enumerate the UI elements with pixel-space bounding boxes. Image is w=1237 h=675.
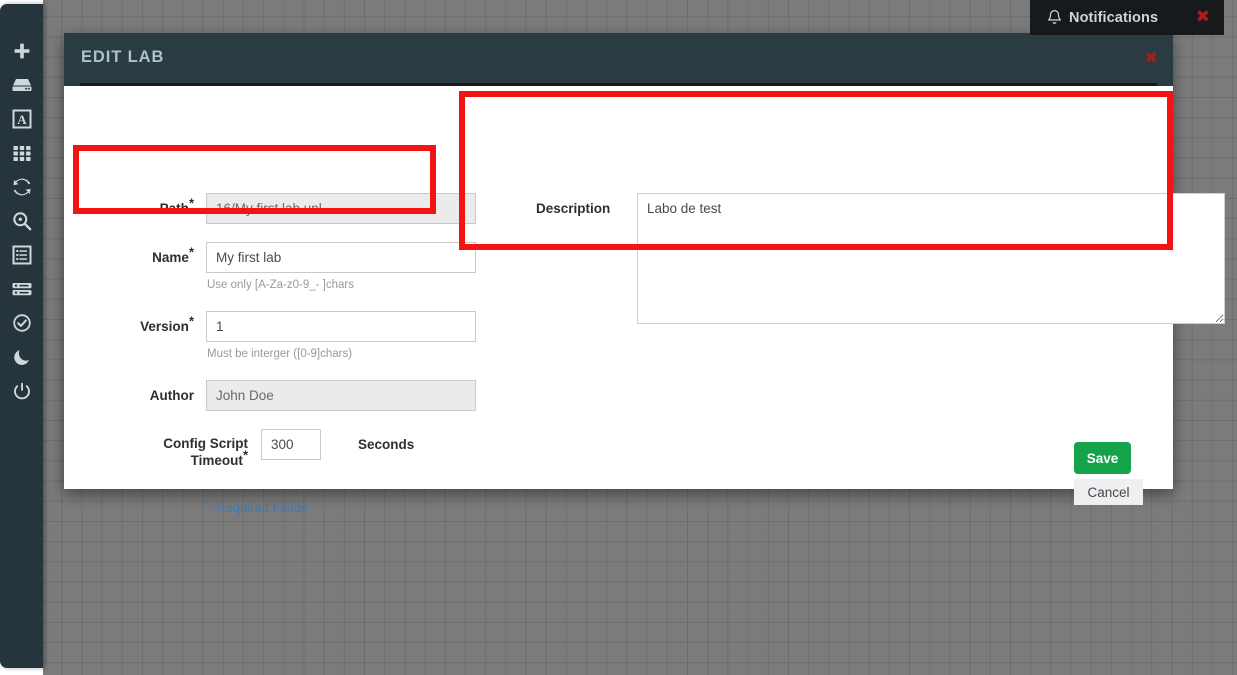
sidebar-item-add[interactable] (0, 34, 43, 68)
name-label: Name* (132, 242, 206, 273)
author-label: Author (149, 388, 194, 403)
cancel-button[interactable]: Cancel (1074, 479, 1143, 505)
sidebar-item-nodes[interactable] (0, 272, 43, 306)
application-window: A Notifications ✖ EDIT LAB ✖ Path* 16/My… (0, 0, 1237, 675)
left-toolbar: A (0, 4, 43, 668)
required-fields-note: *- Required Fields (204, 498, 308, 515)
version-label: Version* (132, 311, 206, 342)
author-field-row: Author (132, 380, 476, 411)
required-asterisk: * (242, 447, 248, 463)
search-zoom-icon (12, 211, 32, 231)
sidebar-item-storage[interactable] (0, 68, 43, 102)
sidebar-item-refresh[interactable] (0, 170, 43, 204)
save-button[interactable]: Save (1074, 442, 1131, 474)
timeout-label-text: Config Script Timeout (163, 436, 248, 468)
hard-drive-icon (11, 75, 33, 95)
required-asterisk: * (188, 244, 194, 260)
description-field-row: Description Labo de test (536, 193, 1225, 324)
svg-text:A: A (17, 112, 27, 127)
modal-body: Path* Name* Use only [A-Za-z0-9_- ]chars… (64, 86, 1225, 515)
name-label-text: Name (152, 250, 189, 265)
sidebar-item-power[interactable] (0, 374, 43, 408)
name-field-hint: Use only [A-Za-z0-9_- ]chars (207, 279, 354, 291)
notifications-close-icon[interactable]: ✖ (1190, 9, 1224, 26)
list-box-icon (12, 245, 32, 265)
sidebar-item-status[interactable] (0, 306, 43, 340)
required-asterisk: * (188, 195, 194, 211)
sidebar-item-text[interactable]: A (0, 102, 43, 136)
version-field-hint: Must be interger ([0-9]chars) (207, 348, 353, 360)
name-field-row: Name* (132, 242, 476, 273)
timeout-field-row: Config Script Timeout* Seconds (132, 429, 414, 469)
sidebar-item-logs[interactable] (0, 238, 43, 272)
notifications-bar: Notifications ✖ (1030, 0, 1224, 35)
timeout-unit-label: Seconds (358, 437, 415, 452)
modal-header: EDIT LAB ✖ (64, 33, 1173, 86)
path-input[interactable] (206, 193, 476, 224)
notifications-label: Notifications (1069, 9, 1159, 26)
modal-close-icon[interactable]: ✖ (1145, 50, 1158, 66)
bell-icon (1047, 9, 1062, 26)
description-textarea[interactable]: Labo de test (637, 193, 1225, 324)
refresh-icon (12, 177, 32, 197)
text-box-icon: A (12, 109, 32, 129)
path-label: Path* (132, 193, 206, 224)
sidebar-item-search[interactable] (0, 204, 43, 238)
timeout-input[interactable] (261, 429, 321, 460)
check-circle-icon (12, 313, 32, 333)
description-label: Description (536, 201, 611, 216)
version-field-row: Version* (132, 311, 476, 342)
sidebar-item-grid[interactable] (0, 136, 43, 170)
required-note-text: - Required Fields (208, 500, 308, 515)
path-field-row: Path* (132, 193, 476, 224)
moon-icon (12, 347, 32, 367)
power-icon (12, 381, 32, 401)
sidebar-item-night-mode[interactable] (0, 340, 43, 374)
plus-icon (12, 41, 32, 61)
path-label-text: Path (159, 201, 189, 216)
version-input[interactable] (206, 311, 476, 342)
edit-lab-modal: EDIT LAB ✖ Path* Name* (64, 33, 1225, 515)
timeout-label: Config Script Timeout* (132, 429, 261, 469)
grid-icon (12, 143, 32, 163)
name-input[interactable] (206, 242, 476, 273)
required-asterisk: * (188, 313, 194, 329)
version-label-text: Version (140, 319, 189, 334)
server-stack-icon (11, 279, 33, 299)
page-title: EDIT LAB (81, 48, 165, 66)
author-input[interactable] (206, 380, 476, 411)
form-left-column: Path* Name* Use only [A-Za-z0-9_- ]chars… (64, 86, 504, 515)
